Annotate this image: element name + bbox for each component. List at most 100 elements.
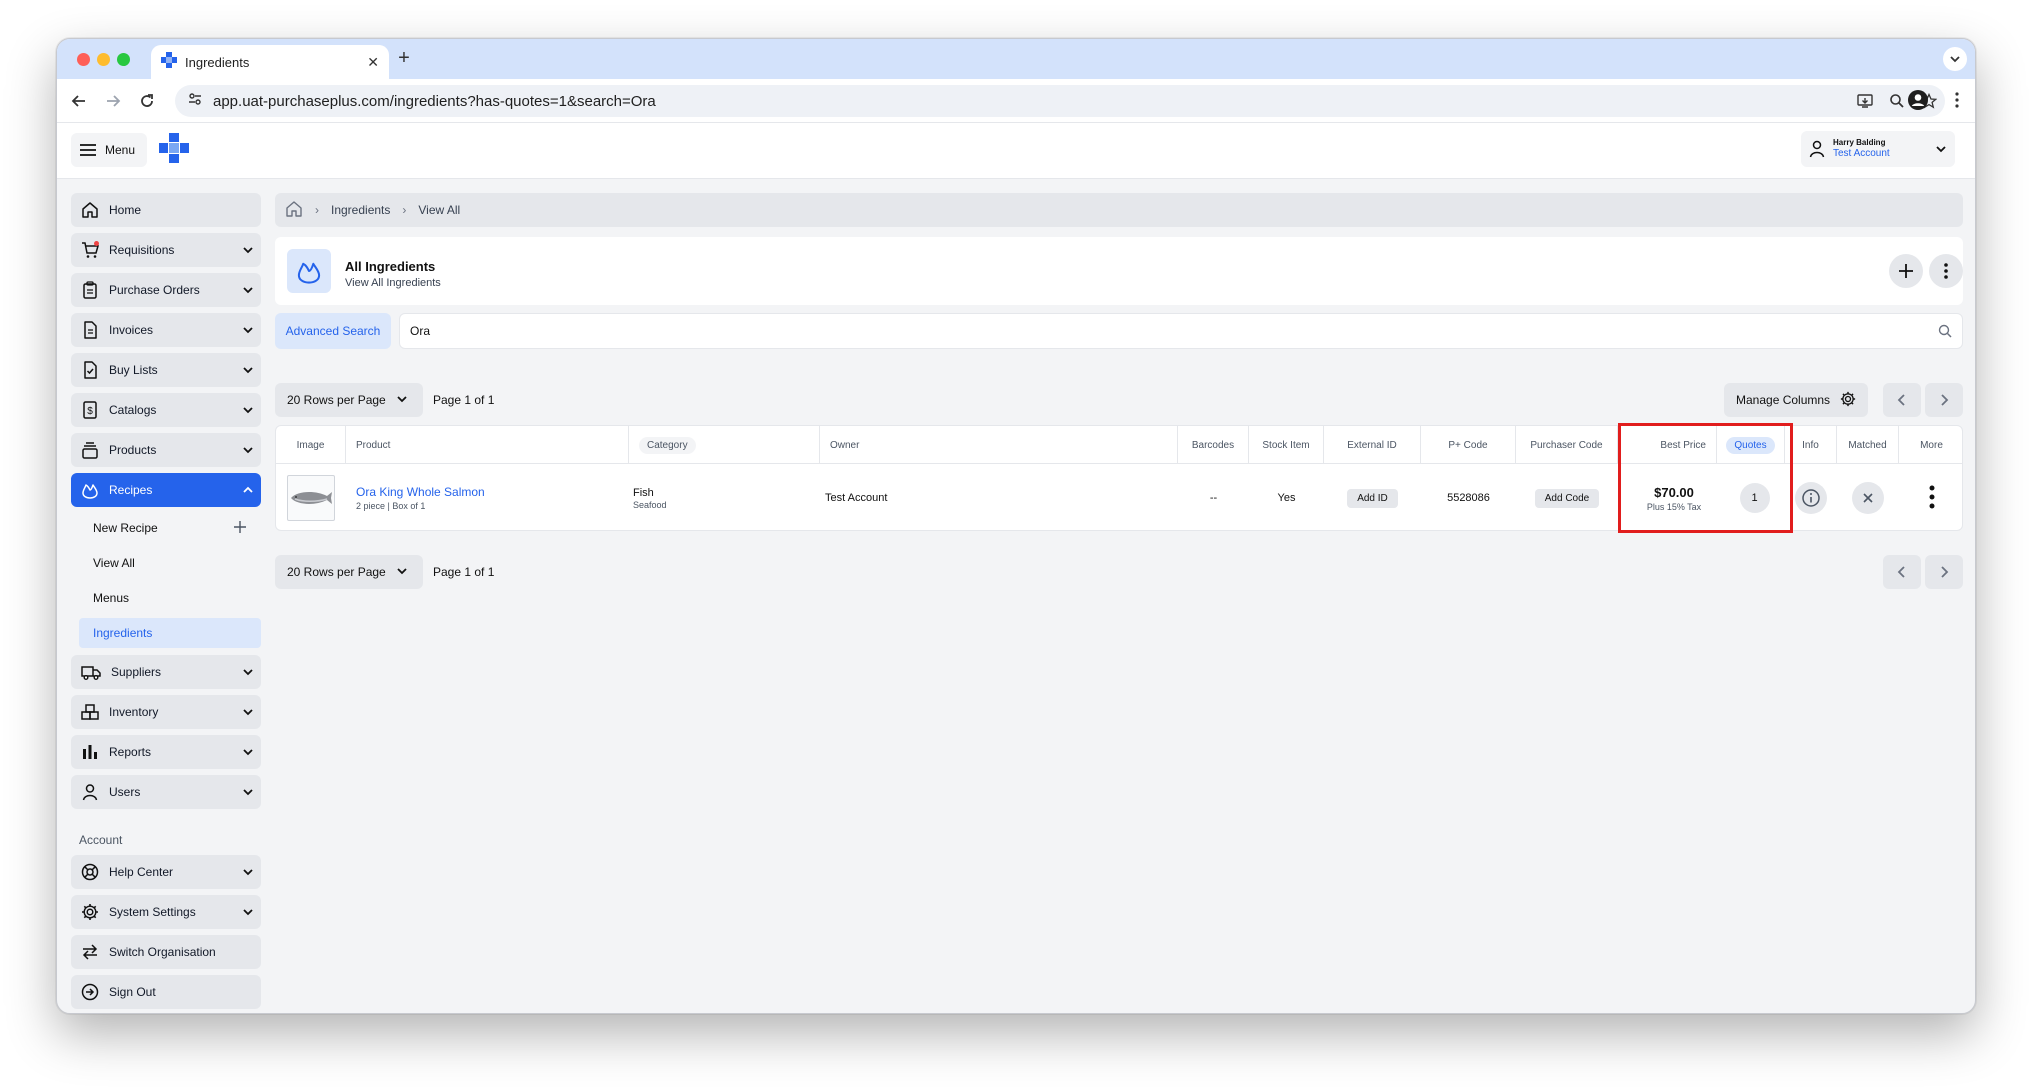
plus-icon[interactable] — [233, 520, 247, 537]
chevron-down-icon — [235, 444, 261, 456]
close-window-button[interactable] — [77, 53, 90, 66]
maximize-window-button[interactable] — [117, 53, 130, 66]
search-value: Ora — [410, 324, 431, 338]
sidebar-item-switch-organisation[interactable]: Switch Organisation — [71, 935, 261, 969]
next-page-button-bottom[interactable] — [1925, 555, 1963, 589]
row-more-button[interactable] — [1929, 484, 1935, 513]
gear-icon — [1840, 391, 1856, 410]
site-settings-icon[interactable] — [187, 91, 203, 112]
sidebar-subitem-menus[interactable]: Menus — [79, 583, 261, 613]
product-cell: Ora King Whole Salmon 2 piece | Box of 1 — [356, 464, 629, 530]
sidebar-item-suppliers[interactable]: Suppliers — [71, 655, 261, 689]
sidebar-subitem-new-recipe[interactable]: New Recipe — [79, 513, 261, 543]
column-header-purchaser-code: Purchaser Code — [1516, 426, 1618, 464]
matched-toggle-button[interactable] — [1852, 482, 1884, 514]
next-page-button[interactable] — [1925, 383, 1963, 417]
close-tab-icon[interactable]: ✕ — [367, 54, 379, 71]
sidebar-item-label: Inventory — [109, 705, 159, 719]
rows-per-page-select-bottom[interactable]: 20 Rows per Page — [275, 555, 423, 589]
purchaseplus-logo[interactable] — [159, 133, 189, 168]
user-menu-button[interactable]: Harry Balding Test Account — [1801, 131, 1955, 167]
sidebar-subitem-view-all[interactable]: View All — [79, 548, 261, 578]
sidebar-item-catalogs[interactable]: $ Catalogs — [71, 393, 261, 427]
chevron-down-icon — [235, 866, 261, 878]
cart-icon — [82, 241, 99, 258]
sidebar-subitem-label: Menus — [93, 591, 130, 605]
plus-icon — [1899, 264, 1913, 278]
back-button[interactable] — [67, 89, 91, 113]
reload-button[interactable] — [135, 89, 159, 113]
previous-page-button[interactable] — [1883, 383, 1921, 417]
minimize-window-button[interactable] — [97, 53, 110, 66]
sidebar-item-products[interactable]: Products — [71, 433, 261, 467]
sidebar-subitem-ingredients[interactable]: Ingredients — [79, 618, 261, 648]
sidebar-item-reports[interactable]: Reports — [71, 735, 261, 769]
add-button[interactable] — [1889, 254, 1923, 288]
sidebar-item-system-settings[interactable]: System Settings — [71, 895, 261, 929]
salmon-image — [291, 492, 332, 504]
more-cell — [1899, 464, 1962, 530]
column-header-owner[interactable]: Owner — [820, 426, 1178, 464]
forward-button[interactable] — [101, 89, 125, 113]
column-header-matched: Matched — [1837, 426, 1899, 464]
product-name-link[interactable]: Ora King Whole Salmon — [356, 485, 485, 499]
page-title: All Ingredients — [345, 259, 436, 274]
sidebar-item-recipes[interactable]: Recipes — [71, 473, 261, 507]
rows-per-page-select[interactable]: 20 Rows per Page — [275, 383, 423, 417]
previous-page-button-bottom[interactable] — [1883, 555, 1921, 589]
sidebar-item-purchase-orders[interactable]: Purchase Orders — [71, 273, 261, 307]
add-id-button[interactable]: Add ID — [1347, 488, 1398, 508]
product-unit: 2 piece | Box of 1 — [356, 501, 426, 511]
home-icon[interactable] — [285, 200, 303, 221]
profile-avatar-icon[interactable] — [1907, 89, 1929, 116]
boxes-icon — [81, 704, 99, 720]
sidebar-item-users[interactable]: Users — [71, 775, 261, 809]
sign-out-icon — [81, 983, 99, 1001]
more-options-button[interactable] — [1929, 254, 1963, 288]
sidebar-item-inventory[interactable]: Inventory — [71, 695, 261, 729]
chevron-down-icon — [235, 746, 261, 758]
breadcrumb-ingredients[interactable]: Ingredients — [331, 203, 390, 217]
menu-button[interactable]: Menu — [71, 133, 147, 167]
browser-tab[interactable]: Ingredients ✕ — [151, 45, 389, 79]
manage-columns-button[interactable]: Manage Columns — [1724, 383, 1868, 417]
info-button[interactable] — [1795, 482, 1827, 514]
external-id-cell: Add ID — [1324, 464, 1421, 530]
subcategory-name: Seafood — [633, 499, 667, 510]
column-header-category[interactable]: Category — [629, 426, 820, 464]
search-input[interactable]: Ora — [399, 313, 1963, 349]
info-icon — [1802, 489, 1820, 507]
install-app-icon[interactable] — [1849, 85, 1881, 117]
sidebar-item-buy-lists[interactable]: Buy Lists — [71, 353, 261, 387]
new-tab-button[interactable]: + — [391, 47, 417, 70]
sidebar-item-label: Reports — [109, 745, 152, 759]
breadcrumb-view-all[interactable]: View All — [418, 203, 460, 217]
bar-chart-icon — [83, 745, 97, 759]
rows-per-page-label: 20 Rows per Page — [287, 565, 386, 579]
column-header-product[interactable]: Product — [346, 426, 629, 464]
url-text: app.uat-purchaseplus.com/ingredients?has… — [213, 92, 656, 110]
sidebar-item-sign-out[interactable]: Sign Out — [71, 975, 261, 1009]
sidebar-item-home[interactable]: Home — [71, 193, 261, 227]
sidebar-item-label: Purchase Orders — [109, 283, 200, 297]
tab-search-button[interactable] — [1943, 47, 1967, 71]
category-header-label: Category — [639, 436, 696, 454]
page-subtitle: View All Ingredients — [345, 277, 441, 289]
sidebar-item-label: Suppliers — [111, 665, 162, 679]
advanced-search-button[interactable]: Advanced Search — [275, 313, 391, 349]
chevron-right-icon — [1941, 394, 1949, 406]
breadcrumb: › Ingredients › View All — [275, 193, 1963, 227]
page-header: All Ingredients View All Ingredients — [275, 237, 1963, 305]
search-icon[interactable] — [1938, 324, 1952, 341]
box-stack-icon — [82, 442, 98, 459]
owner-cell: Test Account — [825, 492, 888, 504]
product-thumbnail[interactable] — [287, 475, 335, 521]
user-name: Harry Balding — [1833, 138, 1886, 147]
sidebar-item-invoices[interactable]: Invoices — [71, 313, 261, 347]
address-bar[interactable]: app.uat-purchaseplus.com/ingredients?has… — [175, 85, 1945, 117]
add-code-button[interactable]: Add Code — [1534, 488, 1600, 508]
browser-menu-icon[interactable] — [1955, 91, 1959, 114]
chevron-down-icon — [235, 786, 261, 798]
sidebar-item-help-center[interactable]: Help Center — [71, 855, 261, 889]
sidebar-item-requisitions[interactable]: Requisitions — [71, 233, 261, 267]
